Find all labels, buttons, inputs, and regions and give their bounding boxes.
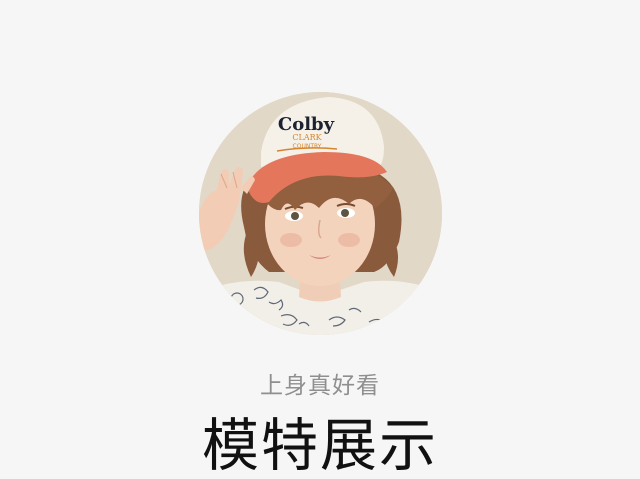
cap-logo-text: Colby [278,114,335,135]
cap-logo-line2: CLARK [292,133,322,142]
subtitle: 上身真好看 [260,373,380,399]
page: Colby CLARK COUNTRY 上身真好看 模特展示 [0,0,640,479]
model-avatar: Colby CLARK COUNTRY [199,92,442,335]
model-photo-illustration: Colby CLARK COUNTRY [199,92,442,335]
page-title: 模特展示 [202,413,438,479]
